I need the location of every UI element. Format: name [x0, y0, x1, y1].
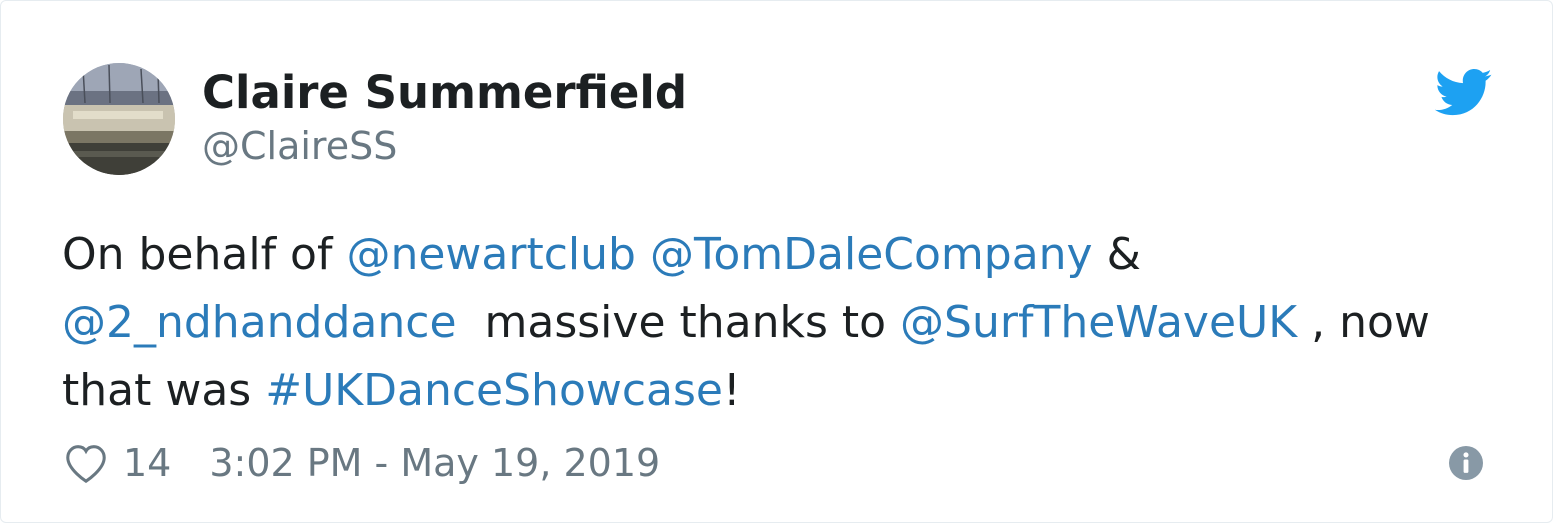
mention-link[interactable]: @2_ndhanddance [62, 297, 457, 348]
timestamp-link[interactable]: 3:02 PM - May 19, 2019 [209, 441, 660, 485]
text-segment [636, 229, 650, 280]
text-segment: & [1092, 229, 1141, 280]
tweet-footer: 14 3:02 PM - May 19, 2019 [63, 437, 660, 489]
info-icon[interactable] [1449, 446, 1483, 480]
mention-link[interactable]: @TomDaleCompany [650, 229, 1093, 280]
text-segment: ! [723, 365, 741, 416]
text-segment: On behalf of [62, 229, 347, 280]
heart-icon[interactable] [63, 441, 109, 485]
like-count: 14 [123, 441, 172, 485]
author-display-name[interactable]: Claire Summerfield [202, 65, 687, 121]
tweet-card: Claire Summerfield @ClaireSS On behalf o… [0, 0, 1553, 523]
mention-link[interactable]: @newartclub [346, 229, 635, 280]
text-segment: massive thanks to [456, 297, 901, 348]
avatar[interactable] [63, 63, 175, 175]
avatar-image [63, 63, 175, 175]
tweet-text: On behalf of @newartclub @TomDaleCompany… [62, 221, 1502, 425]
hashtag-link[interactable]: #UKDanceShowcase [265, 365, 723, 416]
mention-link[interactable]: @SurfTheWaveUK [900, 297, 1297, 348]
author-handle[interactable]: @ClaireSS [202, 122, 397, 170]
twitter-bird-icon[interactable] [1435, 69, 1493, 117]
